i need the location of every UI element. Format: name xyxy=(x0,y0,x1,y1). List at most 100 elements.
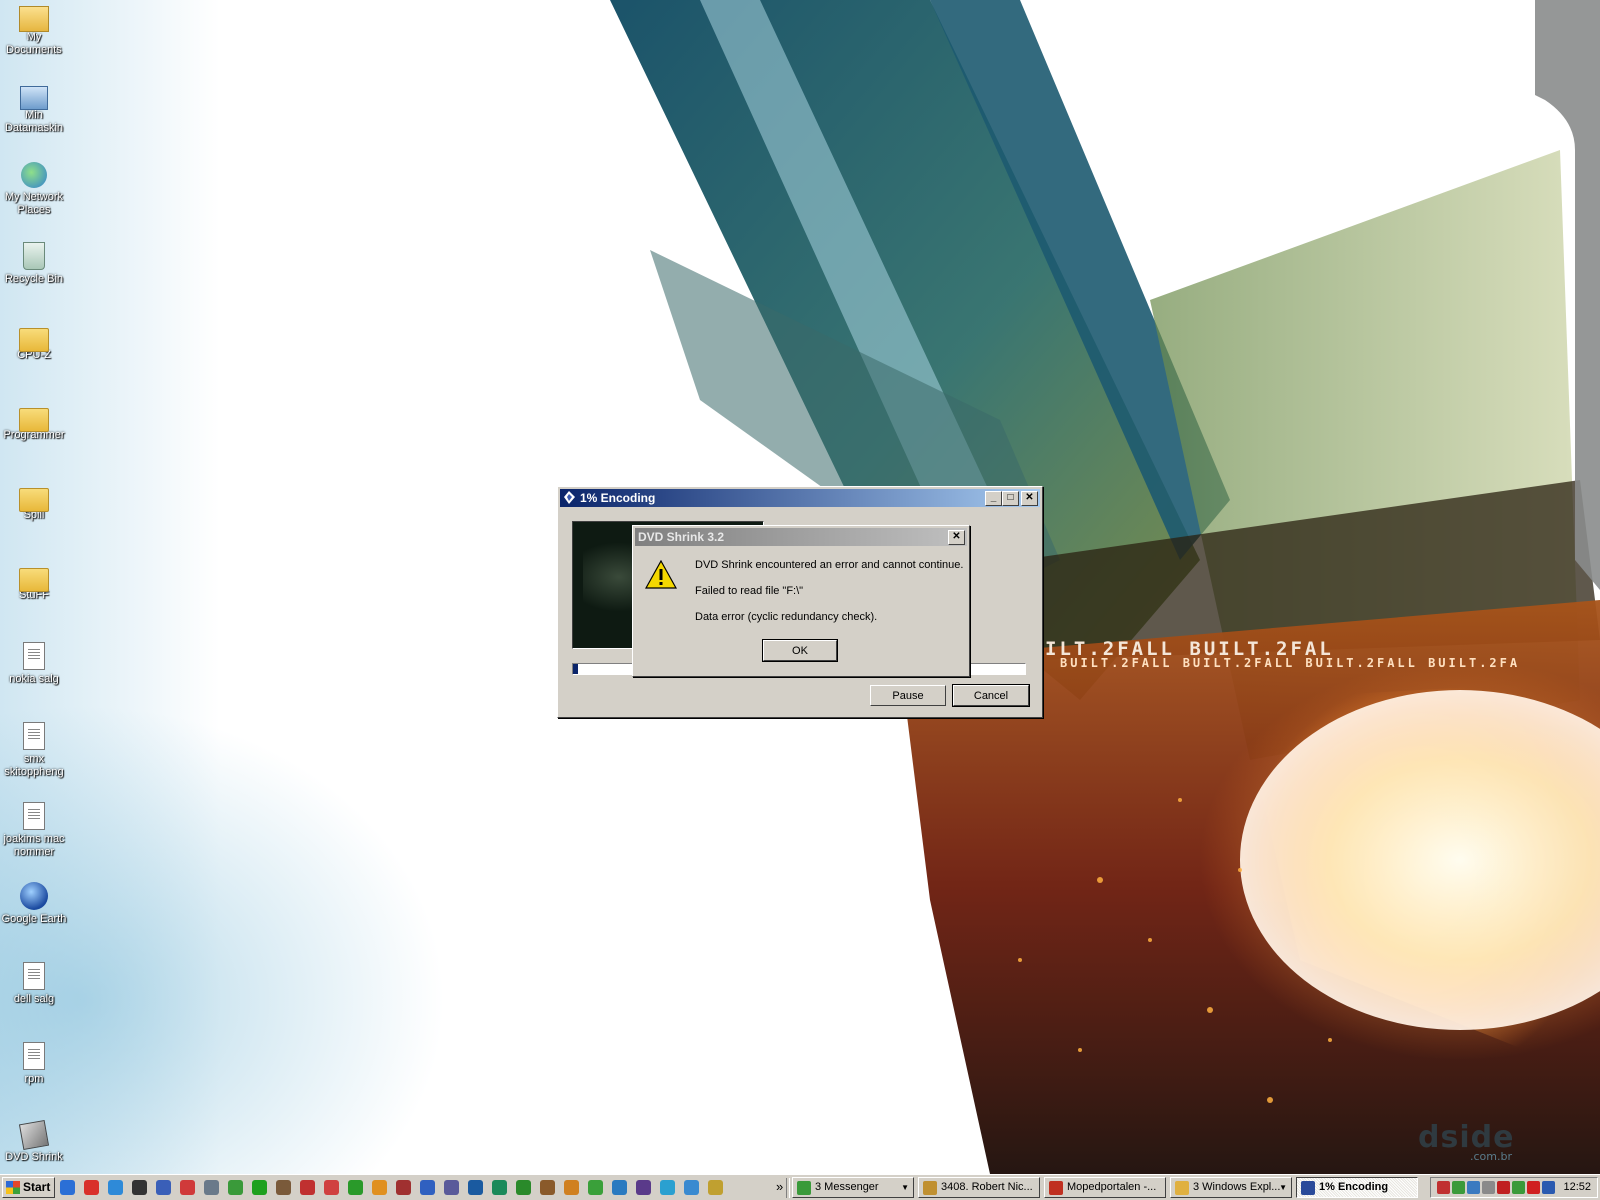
taskbar-button-label: 3 Windows Expl... xyxy=(1193,1181,1281,1193)
desktop-icon[interactable]: Min Datamaskin xyxy=(0,82,68,135)
taskbar-button-label: 3408. Robert Nic... xyxy=(941,1181,1033,1193)
quick-launch-icon[interactable] xyxy=(348,1180,363,1195)
quick-launch-icon[interactable] xyxy=(468,1180,483,1195)
desktop-icon[interactable]: Recycle Bin xyxy=(0,242,68,286)
taskbar-button[interactable]: 3 Windows Expl... ▼ xyxy=(1170,1177,1292,1198)
quick-launch-icon[interactable] xyxy=(708,1180,723,1195)
quick-launch-icon[interactable] xyxy=(300,1180,315,1195)
quick-launch-icon[interactable] xyxy=(372,1180,387,1195)
encoding-window-titlebar[interactable]: 1% Encoding _ □ ✕ xyxy=(560,489,1040,507)
quick-launch-icon[interactable] xyxy=(540,1180,555,1195)
desktop-icon-label: Recycle Bin xyxy=(4,273,64,285)
start-button[interactable]: Start xyxy=(2,1177,55,1198)
folder-icon xyxy=(19,408,49,432)
text-file-icon xyxy=(23,802,45,830)
tray-icon[interactable] xyxy=(1527,1181,1540,1194)
desktop-icon-label: smx skitoppheng xyxy=(4,753,64,778)
desktop-icon[interactable]: DVD Shrink xyxy=(0,1119,68,1164)
desktop-icon-label: nokia salg xyxy=(9,673,59,685)
quick-launch-icon[interactable] xyxy=(228,1180,243,1195)
system-tray: 12:52 xyxy=(1430,1177,1598,1198)
error-dialog-title: DVD Shrink 3.2 xyxy=(638,530,725,544)
desktop-icon[interactable]: My Network Places xyxy=(0,162,68,217)
desktop-icon[interactable]: smx skitoppheng xyxy=(0,722,68,779)
maximize-button[interactable]: □ xyxy=(1002,491,1019,506)
taskbar-button[interactable]: Mopedportalen -... xyxy=(1044,1177,1166,1198)
chevron-down-icon: ▼ xyxy=(901,1183,909,1192)
taskbar-button[interactable]: 3 Messenger ▼ xyxy=(792,1177,914,1198)
error-dialog-close-button[interactable]: ✕ xyxy=(948,530,965,545)
ok-button[interactable]: OK xyxy=(762,639,838,662)
quick-launch-icon[interactable] xyxy=(396,1180,411,1195)
quick-launch-overflow-button[interactable]: » xyxy=(776,1177,783,1196)
error-dialog[interactable]: DVD Shrink 3.2 ✕ DVD Shrink encountered … xyxy=(632,525,970,677)
quick-launch-icon[interactable] xyxy=(492,1180,507,1195)
desktop-icon[interactable]: Spill xyxy=(0,482,68,522)
task-app-icon xyxy=(1175,1181,1189,1195)
quick-launch-icon[interactable] xyxy=(660,1180,675,1195)
tray-icon[interactable] xyxy=(1497,1181,1510,1194)
quick-launch-icon[interactable] xyxy=(420,1180,435,1195)
desktop-icon[interactable]: dell salg xyxy=(0,962,68,1006)
taskbar-button-label: 1% Encoding xyxy=(1319,1181,1389,1193)
desktop-icon-label: Min Datamaskin xyxy=(4,109,64,134)
quick-launch-icon[interactable] xyxy=(132,1180,147,1195)
minimize-button[interactable]: _ xyxy=(985,491,1002,506)
my-documents-icon xyxy=(19,6,49,32)
tray-icon[interactable] xyxy=(1437,1181,1450,1194)
dvd-shrink-icon xyxy=(18,1119,50,1151)
quick-launch-icon[interactable] xyxy=(252,1180,267,1195)
desktop-icon[interactable]: StuFF xyxy=(0,562,68,602)
desktop-icon[interactable]: CPU-Z xyxy=(0,322,68,362)
text-file-icon xyxy=(23,962,45,990)
quick-launch-icon[interactable] xyxy=(444,1180,459,1195)
close-button[interactable]: ✕ xyxy=(1021,491,1038,506)
desktop-icon[interactable]: nokia salg xyxy=(0,642,68,686)
folder-icon xyxy=(19,568,49,592)
pause-button[interactable]: Pause xyxy=(870,685,946,706)
wallpaper-brand-sub: .com.br xyxy=(1470,1150,1512,1163)
quick-launch-icon[interactable] xyxy=(84,1180,99,1195)
tray-icon[interactable] xyxy=(1482,1181,1495,1194)
encoding-window-title: 1% Encoding xyxy=(580,491,656,505)
recycle-bin-icon xyxy=(23,242,45,270)
desktop-icon[interactable]: rpm xyxy=(0,1042,68,1086)
taskbar-button[interactable]: 1% Encoding xyxy=(1296,1177,1418,1198)
tray-icon[interactable] xyxy=(1467,1181,1480,1194)
error-dialog-titlebar[interactable]: DVD Shrink 3.2 ✕ xyxy=(635,528,967,546)
desktop-icon[interactable]: Google Earth xyxy=(0,882,68,926)
folder-icon xyxy=(19,328,49,352)
taskbar-button-label: 3 Messenger xyxy=(815,1181,879,1193)
desktop-icon[interactable]: Programmer xyxy=(0,402,68,442)
tray-icon[interactable] xyxy=(1452,1181,1465,1194)
cancel-button[interactable]: Cancel xyxy=(952,684,1030,707)
tray-icon[interactable] xyxy=(1512,1181,1525,1194)
desktop-icon[interactable]: My Documents xyxy=(0,2,68,57)
quick-launch-icon[interactable] xyxy=(636,1180,651,1195)
quick-launch-icon[interactable] xyxy=(204,1180,219,1195)
task-app-icon xyxy=(1049,1181,1063,1195)
google-earth-icon xyxy=(20,882,48,910)
desktop-icon-label: My Documents xyxy=(6,31,62,56)
quick-launch-icon[interactable] xyxy=(612,1180,627,1195)
computer-icon xyxy=(20,86,48,110)
task-app-icon xyxy=(923,1181,937,1195)
text-file-icon xyxy=(23,722,45,750)
quick-launch-icon[interactable] xyxy=(684,1180,699,1195)
quick-launch-icon[interactable] xyxy=(108,1180,123,1195)
quick-launch-icon[interactable] xyxy=(276,1180,291,1195)
task-app-icon xyxy=(797,1181,811,1195)
taskbar-separator xyxy=(786,1178,790,1198)
quick-launch-icon[interactable] xyxy=(588,1180,603,1195)
quick-launch-icon[interactable] xyxy=(516,1180,531,1195)
quick-launch-icon[interactable] xyxy=(156,1180,171,1195)
tray-icon[interactable] xyxy=(1542,1181,1555,1194)
quick-launch-icon[interactable] xyxy=(180,1180,195,1195)
quick-launch-icon[interactable] xyxy=(564,1180,579,1195)
desktop-icon-label: Google Earth xyxy=(1,913,67,925)
taskbar-button[interactable]: 3408. Robert Nic... xyxy=(918,1177,1040,1198)
desktop-icon[interactable]: joakims mac nommer xyxy=(0,802,68,859)
quick-launch-icon[interactable] xyxy=(324,1180,339,1195)
clock[interactable]: 12:52 xyxy=(1563,1178,1591,1197)
quick-launch-icon[interactable] xyxy=(60,1180,75,1195)
